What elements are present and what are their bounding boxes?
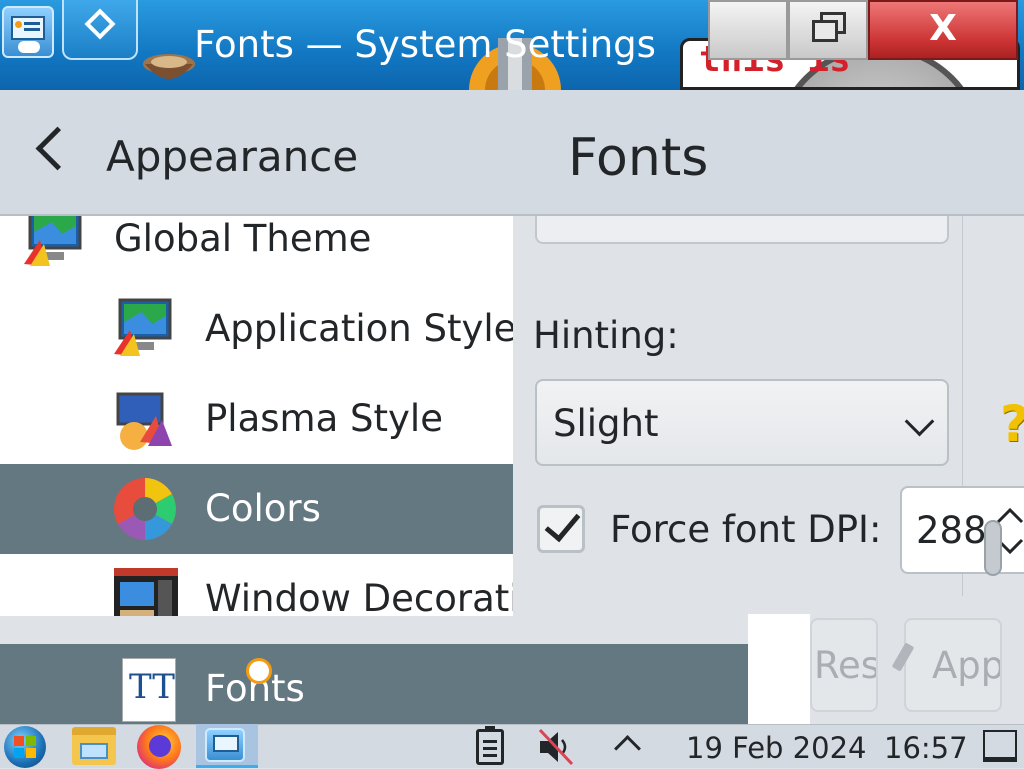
clock-time[interactable]: 16:57 [884, 730, 968, 766]
application-style-icon [114, 298, 172, 356]
chevron-down-icon [904, 406, 935, 437]
colors-icon [114, 478, 176, 540]
apply-button[interactable]: Apply [904, 618, 1002, 712]
sidebar-item-label: Application Style [205, 307, 513, 350]
sidebar-item-application-style[interactable]: Application Style [0, 284, 513, 374]
sidebar-item-label: Plasma Style [205, 397, 443, 440]
hinting-select[interactable]: Slight [535, 379, 949, 466]
global-theme-icon [24, 216, 82, 266]
sidebar-item-label: Colors [205, 487, 321, 530]
back-to-appearance-button[interactable]: Appearance [106, 130, 358, 184]
page-title: Fonts [568, 128, 709, 188]
reset-label: Reset [814, 644, 876, 687]
plasma-style-icon [116, 392, 172, 450]
busy-cursor-icon [246, 658, 272, 684]
firefox-icon[interactable] [137, 725, 181, 769]
force-dpi-label[interactable]: Force font DPI: [610, 507, 881, 553]
scrollbar-handle[interactable] [984, 520, 1002, 576]
file-manager-icon[interactable] [72, 727, 116, 765]
force-dpi-value: 288 [916, 509, 987, 552]
sidebar-item-global-theme[interactable]: Global Theme [0, 216, 513, 284]
diamond-icon [84, 8, 116, 40]
window-title: Fonts — System Settings [194, 23, 656, 66]
window-decorations-icon [114, 568, 178, 616]
sidebar-item-colors[interactable]: Colors [0, 464, 513, 554]
close-button[interactable]: X [868, 0, 1018, 60]
clock-date[interactable]: 19 Feb 2024 [686, 730, 867, 766]
start-menu-button[interactable] [4, 726, 46, 768]
sidebar-item-plasma-style[interactable]: Plasma Style [0, 374, 513, 464]
sidebar: Global Theme Application Style Plasma St… [0, 216, 513, 616]
show-desktop-button[interactable] [983, 730, 1017, 762]
hinting-value: Slight [553, 402, 659, 445]
close-icon: X [929, 8, 957, 49]
sidebar-item-label: Global Theme [114, 217, 372, 260]
hinting-label: Hinting: [533, 314, 679, 357]
help-icon[interactable]: ? [1000, 395, 1024, 449]
system-settings-task-button[interactable] [196, 724, 258, 768]
keep-above-button[interactable] [62, 0, 138, 60]
clipboard-icon[interactable] [476, 726, 504, 765]
volume-muted-icon[interactable] [536, 728, 576, 766]
maximize-button[interactable] [788, 0, 868, 60]
system-settings-icon [205, 728, 245, 762]
sidebar-item-window-decorations[interactable]: Window Decorations [0, 554, 513, 616]
sidebar-item-label: Window Decorations [205, 577, 513, 616]
panel-gap [748, 614, 810, 724]
sidebar-item-fonts[interactable]: Fonts [0, 644, 748, 724]
font-field-partial[interactable] [535, 216, 949, 244]
fonts-icon: TT [122, 658, 176, 722]
fonts-glyph: TT [129, 667, 175, 707]
reset-button[interactable]: Reset [810, 618, 878, 712]
apply-label: Apply [932, 644, 1002, 687]
system-settings-app-icon[interactable] [2, 6, 54, 58]
minimize-button[interactable] [708, 0, 788, 60]
